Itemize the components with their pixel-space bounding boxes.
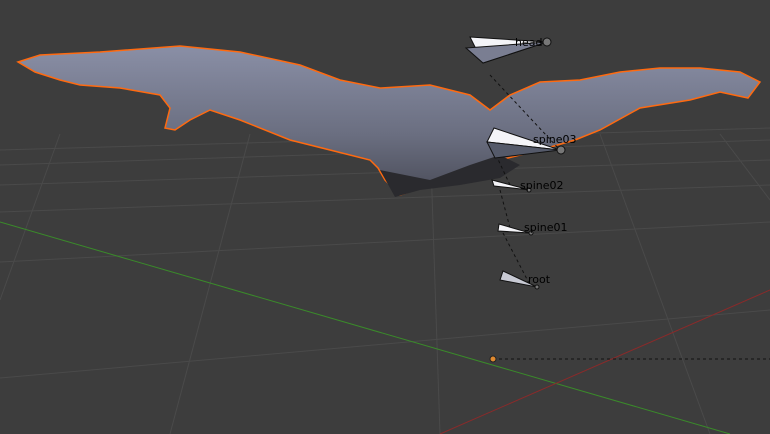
x-axis-line [439, 289, 770, 434]
origin-point[interactable] [489, 355, 497, 363]
bone-head[interactable]: head [464, 36, 552, 64]
bone-label-spine02: spine02 [520, 179, 564, 192]
bone-root[interactable]: root [499, 270, 551, 290]
bone-spine02[interactable]: spine02 [491, 179, 564, 193]
y-axis-line [0, 221, 731, 434]
bone-label-head: head [515, 36, 542, 49]
3d-viewport[interactable]: head spine03 spine02 spine01 root [0, 0, 770, 434]
bone-spine01[interactable]: spine01 [497, 221, 568, 236]
bone-label-root: root [528, 273, 551, 286]
bone-label-spine03: spine03 [533, 133, 577, 146]
bone-label-spine01: spine01 [524, 221, 568, 234]
